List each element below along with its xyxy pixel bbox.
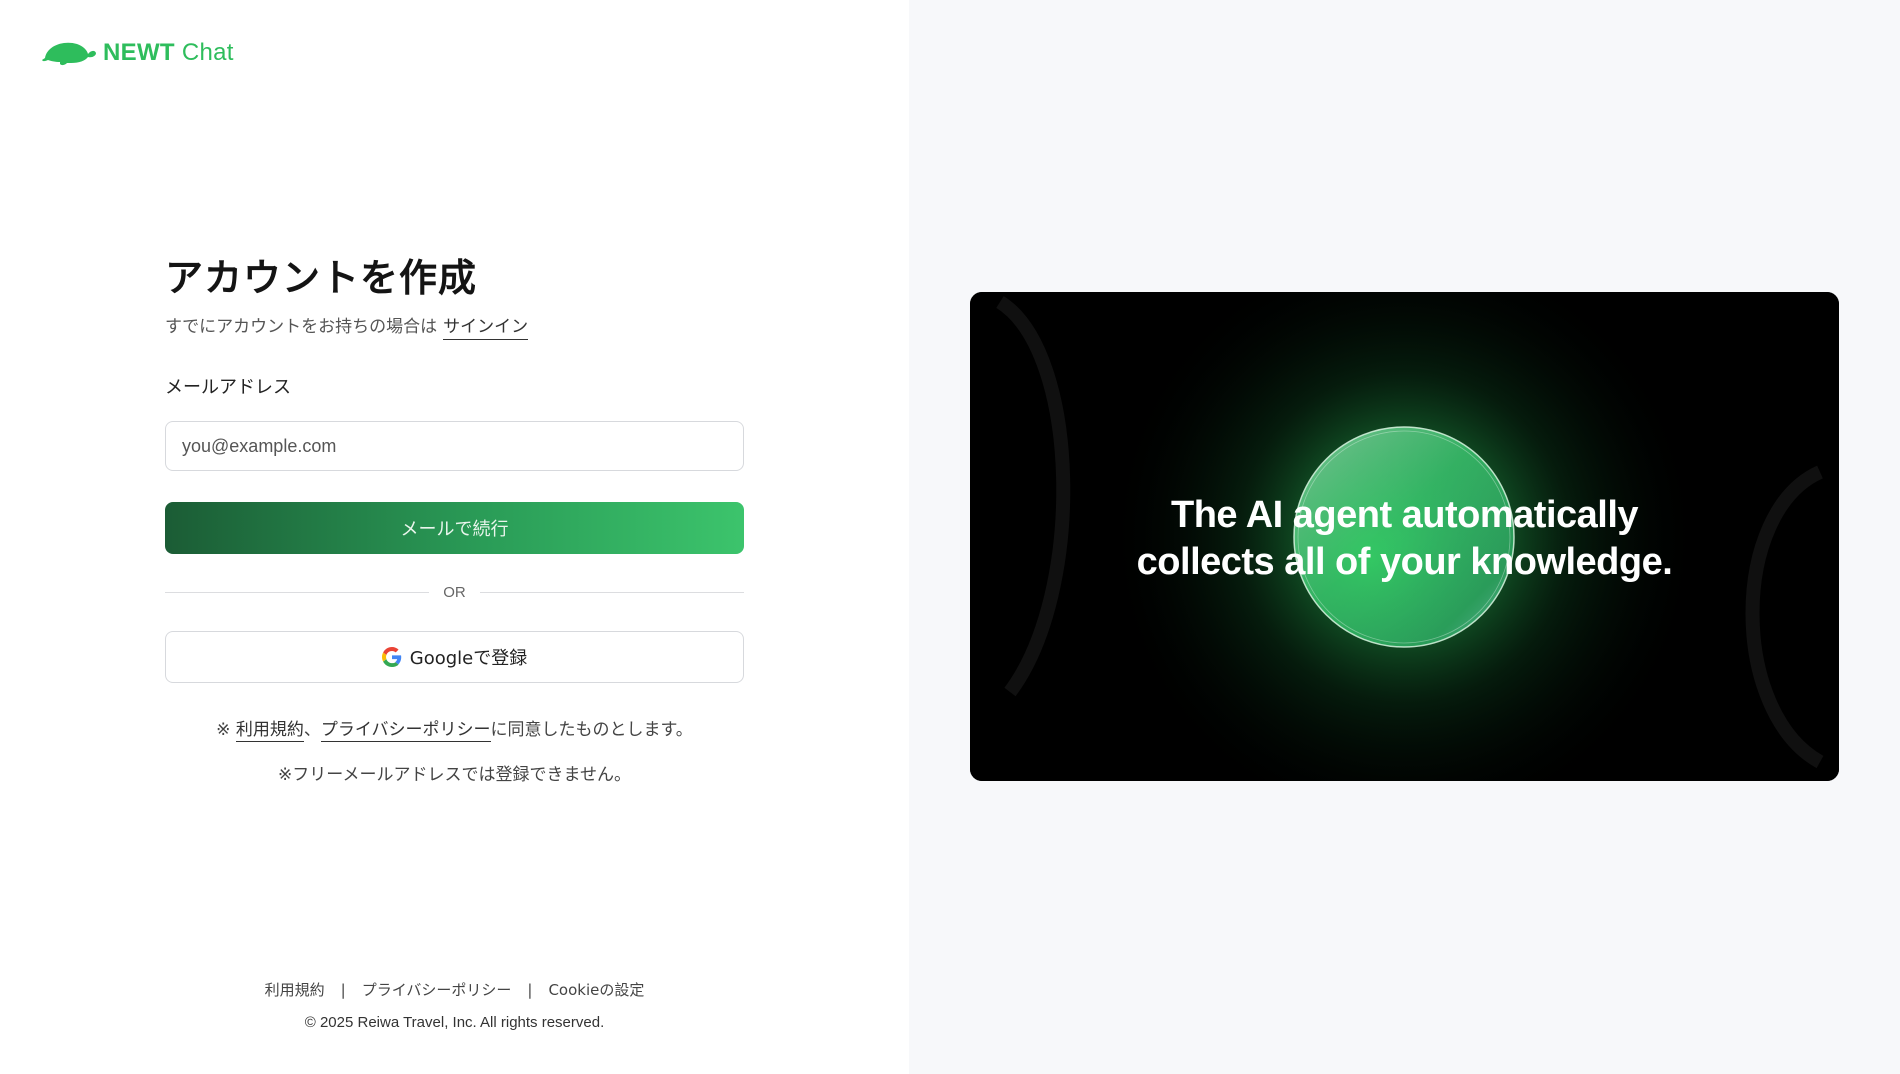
privacy-link[interactable]: プライバシーポリシー xyxy=(320,720,491,742)
brand-name: NEWT Chat xyxy=(103,39,234,67)
email-field[interactable] xyxy=(165,421,744,471)
or-divider: OR xyxy=(165,584,744,601)
hero-banner: The AI agent automatically collects all … xyxy=(970,292,1839,781)
footer-terms-link[interactable]: 利用規約 xyxy=(265,979,325,1000)
signup-form: アカウントを作成 すでにアカウントをお持ちの場合はサインイン メールアドレス メ… xyxy=(165,250,744,785)
footer-separator: | xyxy=(527,980,533,999)
terms-note: ※ 利用規約、プライバシーポリシーに同意したものとします。 xyxy=(165,715,744,742)
continue-with-email-button[interactable]: メールで続行 xyxy=(165,502,744,554)
terms-separator: 、 xyxy=(303,720,321,740)
terms-prefix: ※ xyxy=(216,720,236,740)
google-signup-button[interactable]: Googleで登録 xyxy=(165,631,744,683)
terms-suffix: に同意したものとします。 xyxy=(490,720,693,740)
turtle-logo-icon xyxy=(42,42,96,66)
footer-separator: | xyxy=(340,980,346,999)
brand-name-light: Chat xyxy=(181,39,234,66)
divider-label: OR xyxy=(443,584,466,601)
footer-privacy-link[interactable]: プライバシーポリシー xyxy=(362,979,512,1000)
signin-link[interactable]: サインイン xyxy=(443,317,529,340)
brand-logo[interactable]: NEWT Chat xyxy=(41,38,234,68)
footer-links: 利用規約 | プライバシーポリシー | Cookieの設定 xyxy=(0,979,909,1000)
left-panel: NEWT Chat アカウントを作成 すでにアカウントをお持ちの場合は サインイン… xyxy=(0,0,909,1074)
copyright: © 2025 Reiwa Travel, Inc. All rights res… xyxy=(304,1014,605,1031)
hero-tagline: The AI agent automatically collects all … xyxy=(970,492,1839,586)
signin-prompt: すでにアカウントをお持ちの場合は サインイン xyxy=(165,312,744,340)
hero-tagline-line1: The AI agent automatically xyxy=(1170,494,1639,536)
divider-line-left xyxy=(165,592,430,593)
email-label: メールアドレス xyxy=(165,377,291,398)
terms-link[interactable]: 利用規約 xyxy=(235,720,304,742)
right-panel: The AI agent automatically collects all … xyxy=(909,0,1900,1074)
hero-tagline-line2: collects all of your knowledge. xyxy=(1136,541,1673,583)
free-mail-note: ※フリーメールアドレスでは登録できません。 xyxy=(277,765,632,785)
footer: 利用規約 | プライバシーポリシー | Cookieの設定 © 2025 Rei… xyxy=(0,979,909,1032)
google-icon xyxy=(381,647,401,667)
divider-line-right xyxy=(479,592,744,593)
footer-cookie-settings-link[interactable]: Cookieの設定 xyxy=(548,979,644,1000)
page-title: アカウントを作成 xyxy=(165,256,478,300)
google-button-label: Googleで登録 xyxy=(409,648,528,669)
signin-prompt-text: すでにアカウントをお持ちの場合は xyxy=(165,317,438,337)
brand-name-bold: NEWT xyxy=(103,39,175,66)
